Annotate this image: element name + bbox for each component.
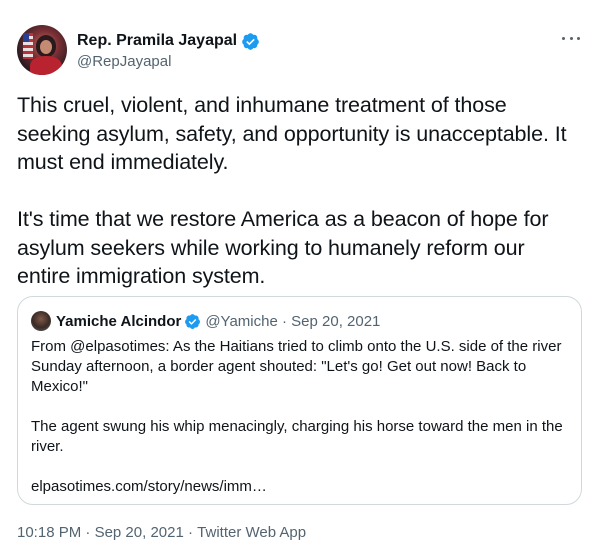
more-dots-icon xyxy=(569,36,573,40)
quoted-tweet-link[interactable]: elpasotimes.com/story/news/imm… xyxy=(31,477,568,497)
quoted-author-avatar xyxy=(31,311,51,331)
author-info: Rep. Pramila Jayapal @RepJayapal xyxy=(77,30,260,70)
tweet-date: Sep 20, 2021 xyxy=(94,524,184,541)
tweet-paragraph: It's time that we restore America as a b… xyxy=(17,207,549,288)
more-dots-icon xyxy=(577,36,580,40)
tweet-time: 10:18 PM xyxy=(17,524,82,541)
separator-dot: · xyxy=(85,524,91,541)
verified-badge-icon xyxy=(242,32,259,50)
verified-badge-icon xyxy=(185,313,201,329)
avatar-face xyxy=(40,40,52,54)
separator-dot: · xyxy=(281,312,287,330)
quoted-tweet-paragraph: The agent swung his whip menacingly, cha… xyxy=(31,418,563,455)
quoted-author-name: Yamiche Alcindor xyxy=(56,312,182,330)
tweet-header: Rep. Pramila Jayapal @RepJayapal xyxy=(17,25,582,77)
more-options-button[interactable] xyxy=(560,31,582,45)
tweet-timestamp: 10:18 PM · Sep 20, 2021 · Twitter Web Ap… xyxy=(17,524,306,541)
author-name-row: Rep. Pramila Jayapal xyxy=(77,30,260,52)
author-handle[interactable]: @RepJayapal xyxy=(77,53,260,70)
quoted-tweet-header: Yamiche Alcindor @Yamiche · Sep 20, 2021 xyxy=(31,310,568,332)
tweet-card: Rep. Pramila Jayapal @RepJayapal This cr… xyxy=(0,0,599,558)
quoted-tweet-paragraph: From @elpasotimes: As the Haitians tried… xyxy=(31,338,562,395)
avatar-body xyxy=(30,56,62,75)
separator-dot: · xyxy=(187,524,193,541)
tweet-time-link[interactable]: 10:18 PM · Sep 20, 2021 xyxy=(17,524,184,541)
tweet-paragraph: This cruel, violent, and inhumane treatm… xyxy=(17,93,567,174)
avatar-flag-canton xyxy=(23,33,29,42)
author-avatar[interactable] xyxy=(17,25,67,75)
quoted-author-handle: @Yamiche xyxy=(205,312,278,330)
author-display-name[interactable]: Rep. Pramila Jayapal xyxy=(77,32,237,50)
tweet-body: This cruel, violent, and inhumane treatm… xyxy=(17,91,582,291)
meta-separator: · xyxy=(278,313,291,330)
quoted-tweet-body: From @elpasotimes: As the Haitians tried… xyxy=(31,337,568,497)
more-dots-icon xyxy=(562,36,565,40)
tweet-source[interactable]: Twitter Web App xyxy=(197,524,306,541)
quoted-tweet-date: Sep 20, 2021 xyxy=(291,312,381,330)
quoted-tweet[interactable]: Yamiche Alcindor @Yamiche · Sep 20, 2021… xyxy=(17,296,582,505)
